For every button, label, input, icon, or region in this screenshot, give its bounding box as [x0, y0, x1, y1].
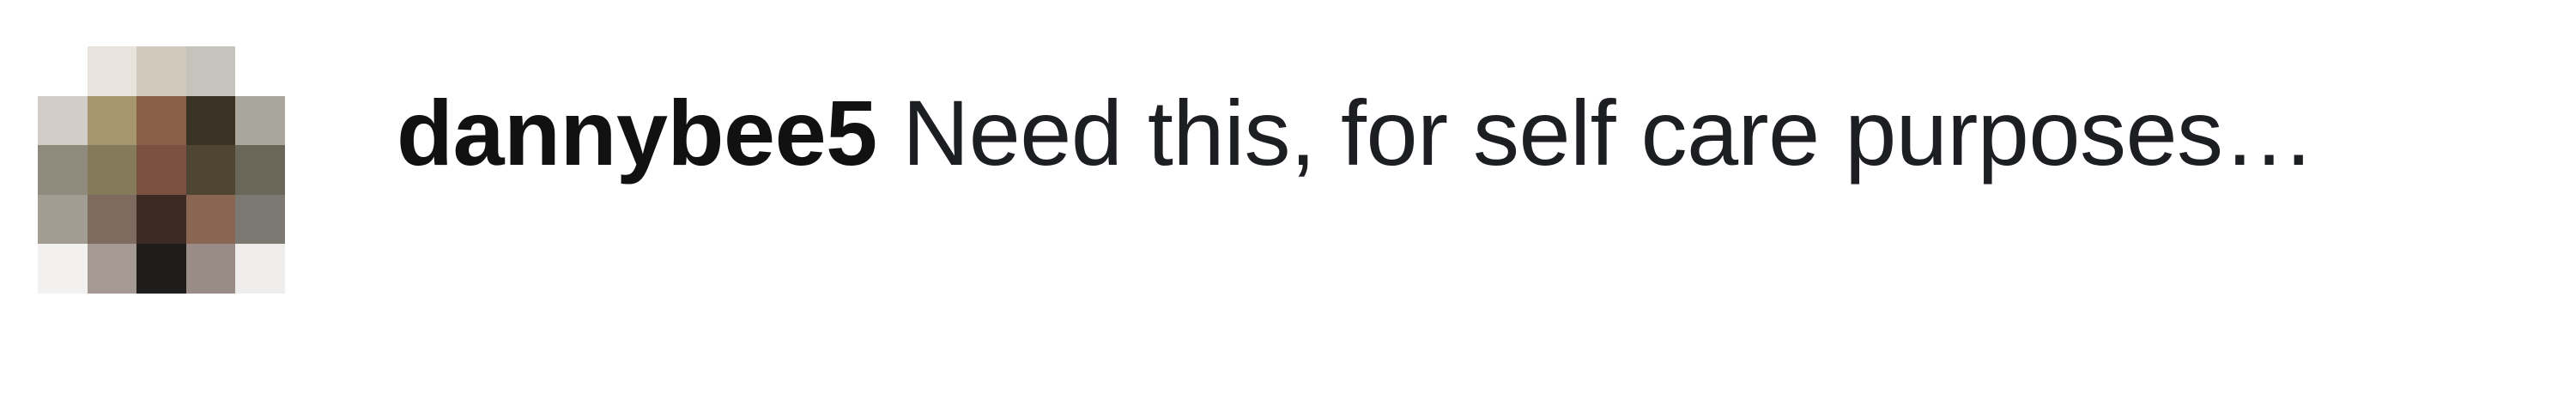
avatar-pixel	[235, 194, 285, 245]
avatar-pixel	[136, 145, 186, 195]
avatar-pixel	[185, 194, 236, 245]
avatar-pixel	[185, 46, 236, 96]
avatar-pixel	[87, 244, 137, 294]
avatar-pixel	[38, 95, 88, 146]
avatar-pixel	[87, 95, 137, 146]
avatar-pixel	[38, 194, 88, 245]
avatar-pixel	[185, 244, 236, 294]
avatar-pixel	[136, 194, 186, 245]
avatar-pixel	[87, 194, 137, 245]
avatar-pixel	[235, 244, 285, 294]
avatar-pixel	[38, 46, 88, 96]
avatar-pixel	[185, 145, 236, 195]
avatar-pixel	[38, 145, 88, 195]
comment-body: Need this, for self care purposes…	[902, 81, 2316, 185]
avatar-pixel	[136, 46, 186, 96]
avatar-pixel	[87, 145, 137, 195]
avatar-pixel	[235, 95, 285, 146]
comment-text: dannybee5 Need this, for self care purpo…	[397, 77, 2316, 189]
comment-username[interactable]: dannybee5	[397, 81, 877, 185]
avatar-pixel	[38, 244, 88, 294]
avatar-pixel	[136, 244, 186, 294]
avatar-pixel	[185, 95, 236, 146]
avatar-pixel	[87, 46, 137, 96]
avatar-pixel	[136, 95, 186, 146]
avatar-pixel	[235, 145, 285, 195]
avatar-pixel	[235, 46, 285, 96]
comment-row: dannybee5 Need this, for self care purpo…	[0, 0, 2576, 406]
avatar[interactable]	[38, 46, 285, 294]
